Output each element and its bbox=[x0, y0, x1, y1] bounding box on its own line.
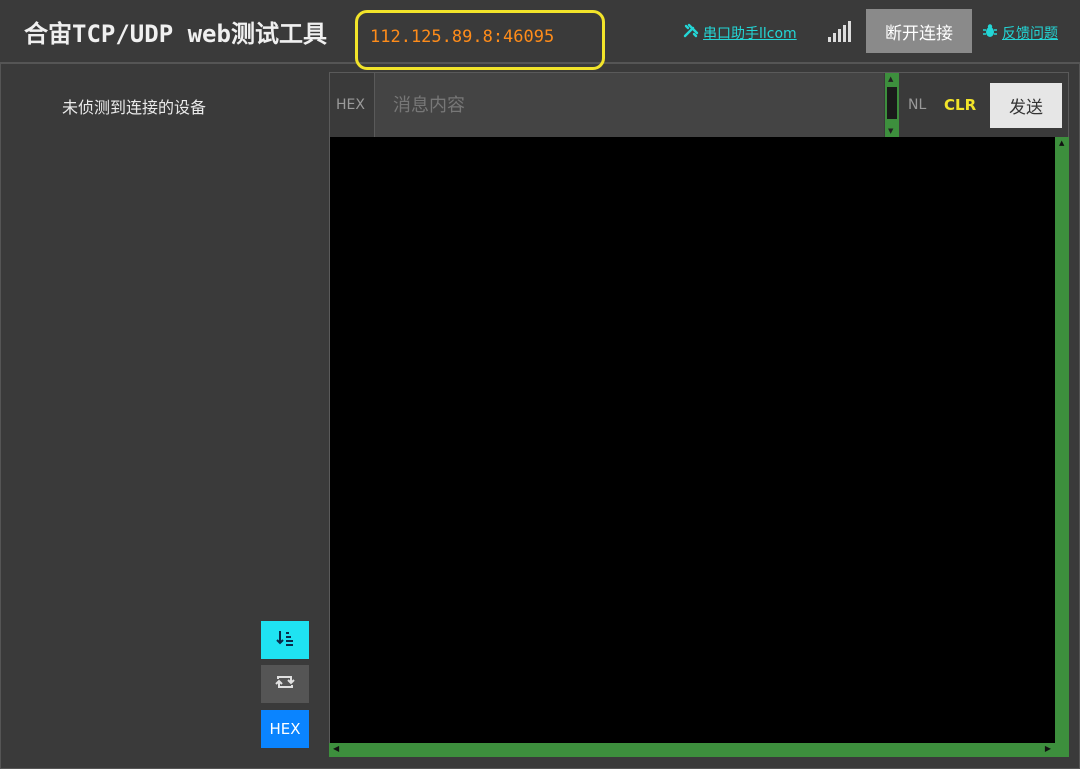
bug-icon bbox=[982, 23, 998, 43]
scroll-up-icon[interactable]: ▲ bbox=[1059, 139, 1064, 147]
hex-display-button[interactable]: HEX bbox=[261, 710, 309, 748]
send-hex-toggle[interactable]: HEX bbox=[336, 97, 365, 113]
newline-toggle[interactable]: NL bbox=[908, 97, 926, 113]
serial-tool-link-label[interactable]: 串口助手llcom bbox=[703, 23, 797, 43]
signal-strength-icon bbox=[828, 20, 852, 42]
scroll-right-icon[interactable]: ▶ bbox=[1045, 744, 1051, 753]
send-button[interactable]: 发送 bbox=[990, 83, 1062, 128]
app-title: 合宙TCP/UDP web测试工具 bbox=[24, 20, 327, 48]
message-input-scrollbar[interactable]: ▲ ▼ bbox=[885, 73, 899, 137]
output-horizontal-scrollbar[interactable]: ◀ ▶ bbox=[329, 743, 1069, 757]
feedback-link[interactable]: 反馈问题 bbox=[982, 23, 1058, 43]
server-address: 112.125.89.8:46095 bbox=[370, 27, 555, 47]
disconnect-button[interactable]: 断开连接 bbox=[866, 9, 972, 53]
tools-icon bbox=[683, 23, 699, 43]
device-status-text: 未侦测到连接的设备 bbox=[62, 98, 207, 117]
output-log[interactable] bbox=[329, 137, 1056, 743]
scrollbar-thumb[interactable] bbox=[887, 87, 897, 119]
loop-send-button[interactable] bbox=[261, 665, 309, 703]
scroll-up-icon[interactable]: ▲ bbox=[888, 75, 893, 83]
scroll-left-icon[interactable]: ◀ bbox=[333, 744, 339, 753]
feedback-link-label[interactable]: 反馈问题 bbox=[1002, 23, 1058, 43]
sort-down-icon bbox=[275, 628, 295, 652]
clear-button[interactable]: CLR bbox=[944, 96, 976, 114]
repeat-icon bbox=[274, 673, 296, 695]
output-vertical-scrollbar[interactable]: ▲ bbox=[1055, 137, 1069, 743]
message-input[interactable] bbox=[374, 73, 884, 137]
scroll-down-icon[interactable]: ▼ bbox=[888, 127, 893, 135]
serial-tool-link[interactable]: 串口助手llcom bbox=[683, 23, 797, 43]
header-bar: 合宙TCP/UDP web测试工具 112.125.89.8:46095 串口助… bbox=[0, 0, 1080, 70]
auto-scroll-button[interactable] bbox=[261, 621, 309, 659]
